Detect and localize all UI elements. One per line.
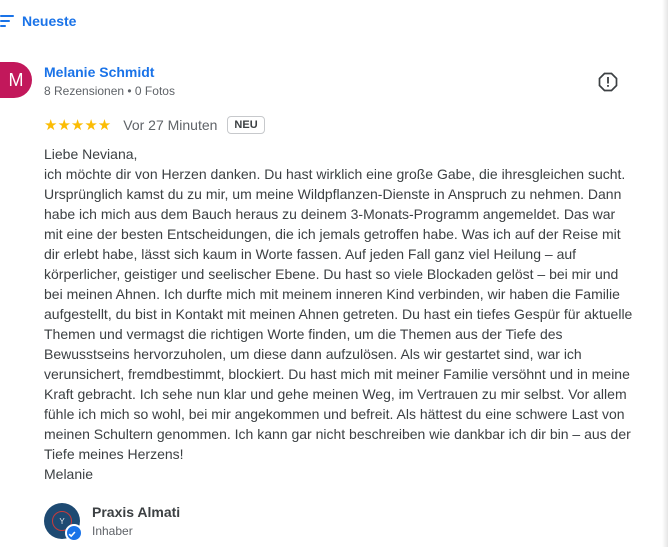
owner-role: Inhaber [92,524,133,538]
new-badge: NEU [227,116,265,134]
review-text: Liebe Neviana, ich möchte dir von Herzen… [44,144,634,484]
owner-name: Praxis Almati [92,504,181,520]
owner-avatar[interactable]: Y [44,503,83,542]
rating-row: ★★★★★ Vor 27 Minuten NEU [44,114,265,136]
review-body: ich möchte dir von Herzen danken. Du has… [44,166,633,462]
reviewer-avatar[interactable]: M [0,62,32,98]
star-rating: ★★★★★ [44,117,112,134]
verified-icon [65,524,83,542]
review-time: Vor 27 Minuten [123,117,218,133]
review-greeting: Liebe Neviana, [44,146,138,162]
sort-icon [0,15,14,27]
reviewer-meta: 8 Rezensionen • 0 Fotos [44,84,175,98]
reviewer-name-link[interactable]: Melanie Schmidt [44,64,154,80]
report-button[interactable] [598,72,618,92]
sort-button[interactable]: Neueste [0,10,76,32]
sort-label: Neueste [22,13,77,29]
scroll-edge-shadow [662,0,668,547]
report-icon [598,72,618,92]
avatar-letter: M [8,69,24,90]
review-signature: Melanie [44,466,94,482]
